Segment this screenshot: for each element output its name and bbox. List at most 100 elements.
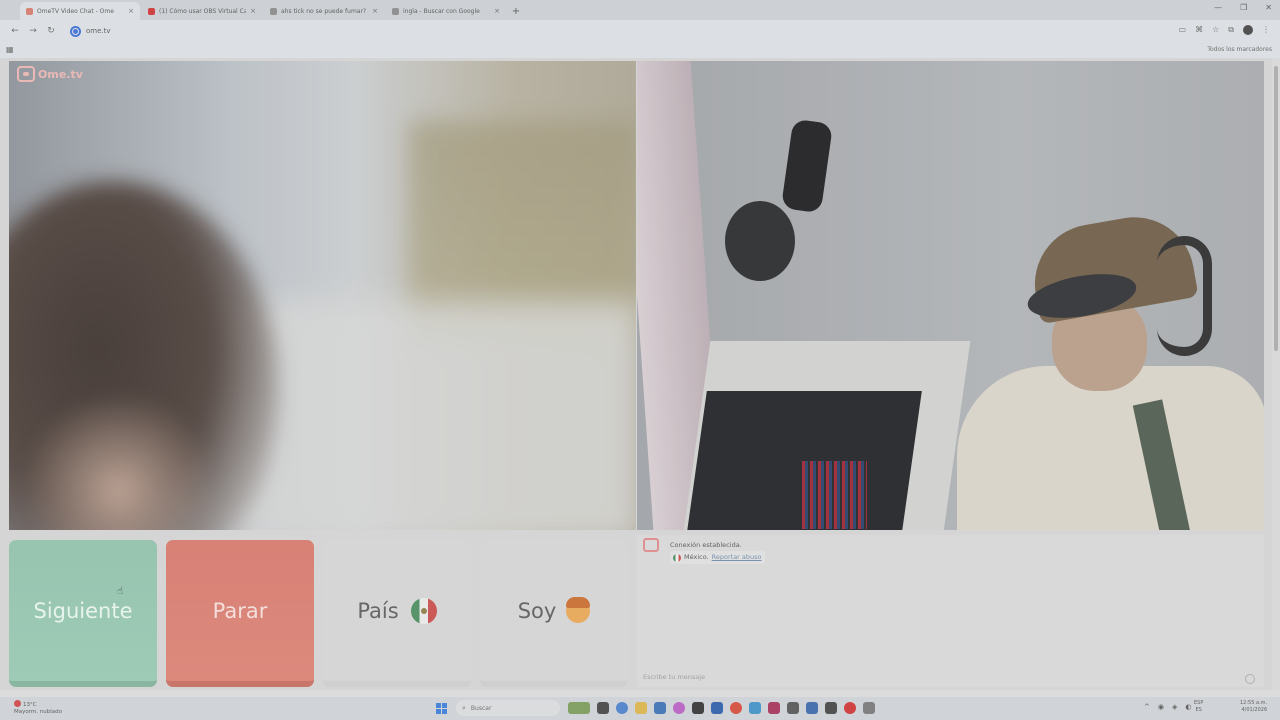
task-view-icon[interactable] bbox=[597, 702, 609, 714]
language-indicator[interactable]: ESP ES bbox=[1194, 700, 1203, 714]
app-icon[interactable] bbox=[787, 702, 799, 714]
chat-message: Conexión establecida. México. Reportar a… bbox=[670, 540, 765, 566]
close-tab-icon[interactable]: × bbox=[250, 7, 256, 15]
chat-input[interactable]: Escribe tu mensaje bbox=[643, 673, 705, 681]
tab-ometv[interactable]: OmeTV Video Chat - Ome × bbox=[20, 2, 140, 20]
new-tab-button[interactable]: + bbox=[508, 2, 524, 20]
country-name: México. bbox=[684, 553, 709, 561]
next-label: Siguiente bbox=[33, 598, 133, 623]
tab-search-2[interactable]: ingla - Buscar con Google × bbox=[386, 2, 506, 20]
cast-icon[interactable]: ▭ bbox=[1179, 25, 1187, 35]
chrome-icon[interactable] bbox=[730, 702, 742, 714]
close-tab-icon[interactable]: × bbox=[372, 7, 378, 15]
ometv-logo-icon bbox=[17, 66, 35, 82]
close-tab-icon[interactable]: × bbox=[128, 7, 134, 15]
menu-icon[interactable]: ⋮ bbox=[1262, 25, 1270, 35]
toolbar-icons: ▭ ⌘ ☆ ⧉ ⋮ bbox=[1179, 25, 1270, 35]
page-scrollbar[interactable] bbox=[1272, 58, 1280, 690]
gender-label: Soy bbox=[517, 598, 557, 623]
tab-strip: OmeTV Video Chat - Ome × (1) Cómo usar O… bbox=[0, 0, 1280, 20]
minimize-icon[interactable]: — bbox=[1214, 3, 1222, 12]
stop-label: Parar bbox=[212, 598, 268, 623]
all-bookmarks-link[interactable]: Todos los marcadores bbox=[1207, 46, 1272, 53]
logo-text: Ome.tv bbox=[38, 67, 83, 81]
tab-youtube[interactable]: (1) Cómo usar OBS Virtual Cam × bbox=[142, 2, 262, 20]
back-arrow-icon[interactable]: ← bbox=[6, 26, 24, 36]
site-info-icon[interactable] bbox=[70, 25, 81, 37]
close-window-icon[interactable]: ✕ bbox=[1265, 3, 1272, 12]
app-icon[interactable] bbox=[711, 702, 723, 714]
obs-icon[interactable] bbox=[692, 702, 704, 714]
scrollbar-thumb[interactable] bbox=[1274, 66, 1278, 351]
lang-line1: ESP bbox=[1194, 700, 1204, 706]
tab-search-1[interactable]: ahs tick no se puede fumar? × bbox=[264, 2, 384, 20]
mexico-flag-icon bbox=[410, 597, 437, 624]
ometv-favicon-icon bbox=[26, 7, 33, 15]
report-abuse-link[interactable]: Reportar abuso bbox=[712, 552, 762, 563]
connection-status: Conexión establecida. bbox=[670, 541, 742, 549]
google-favicon-icon bbox=[270, 7, 277, 15]
extensions-icon[interactable]: ⧉ bbox=[1228, 25, 1234, 35]
system-tray: ^ ◉ ◈ ◐ bbox=[1144, 703, 1191, 711]
restore-icon[interactable]: ❐ bbox=[1240, 3, 1247, 12]
browser-toolbar: ← → ↻ ome.tv ▭ ⌘ ☆ ⧉ ⋮ bbox=[0, 20, 1280, 42]
emoji-button-icon[interactable] bbox=[1245, 674, 1255, 684]
app-icon[interactable] bbox=[844, 702, 856, 714]
widget-app-icon[interactable] bbox=[568, 702, 590, 714]
app-icon[interactable] bbox=[749, 702, 761, 714]
reload-icon[interactable]: ↻ bbox=[42, 26, 60, 36]
lang-line2: ES bbox=[1195, 707, 1202, 713]
taskbar-search-text: Buscar bbox=[470, 704, 492, 712]
url-text: ome.tv bbox=[86, 27, 111, 35]
taskbar-apps bbox=[568, 702, 875, 714]
edge-icon[interactable] bbox=[616, 702, 628, 714]
self-camera-video bbox=[637, 61, 1264, 530]
address-bar[interactable]: ome.tv bbox=[66, 23, 1146, 39]
close-tab-icon[interactable]: × bbox=[494, 7, 500, 15]
translate-icon[interactable]: ⌘ bbox=[1195, 25, 1203, 35]
app-icon[interactable] bbox=[825, 702, 837, 714]
apps-grid-icon[interactable]: ▦ bbox=[6, 45, 14, 54]
tab-title: ahs tick no se puede fumar? bbox=[281, 7, 367, 15]
weather-temp: 13°C bbox=[23, 702, 37, 708]
mouse-cursor-icon: ☝ bbox=[117, 586, 124, 597]
clock-date: 4/01/2026 bbox=[1241, 707, 1268, 713]
clock-time: 12:55 a.m. bbox=[1240, 700, 1268, 706]
taskbar-search[interactable]: ⌕ Buscar bbox=[456, 700, 560, 716]
boy-emoji-icon bbox=[566, 596, 591, 623]
profile-avatar[interactable] bbox=[1243, 25, 1253, 35]
app-icon[interactable] bbox=[863, 702, 875, 714]
stop-button[interactable]: Parar bbox=[166, 540, 314, 687]
weather-icon bbox=[14, 700, 21, 707]
tab-title: (1) Cómo usar OBS Virtual Cam bbox=[159, 7, 247, 15]
app-icon[interactable] bbox=[768, 702, 780, 714]
tab-title: ingla - Buscar con Google bbox=[403, 7, 480, 15]
google-favicon-icon bbox=[392, 7, 399, 15]
network-icon[interactable]: ◈ bbox=[1172, 703, 1177, 711]
app-icon[interactable] bbox=[806, 702, 818, 714]
weather-desc: Mayorm. nublado bbox=[14, 709, 62, 715]
mexico-flag-small-icon bbox=[673, 553, 681, 562]
search-icon: ⌕ bbox=[462, 703, 466, 712]
bookmark-star-icon[interactable]: ☆ bbox=[1212, 25, 1219, 35]
file-explorer-icon[interactable] bbox=[635, 702, 647, 714]
start-button-icon[interactable] bbox=[436, 703, 447, 714]
volume-icon[interactable]: ◐ bbox=[1185, 703, 1191, 711]
country-label: País bbox=[357, 598, 399, 623]
tray-app-icon[interactable]: ◉ bbox=[1158, 703, 1164, 711]
stranger-video bbox=[9, 61, 636, 530]
tab-title: OmeTV Video Chat - Ome bbox=[37, 7, 114, 15]
chevron-up-icon[interactable]: ^ bbox=[1144, 703, 1150, 711]
app-icon[interactable] bbox=[673, 702, 685, 714]
bookmarks-bar: ▦ Todos los marcadores bbox=[0, 42, 1280, 58]
store-icon[interactable] bbox=[654, 702, 666, 714]
forward-arrow-icon[interactable]: → bbox=[24, 26, 42, 36]
next-button[interactable]: Siguiente bbox=[9, 540, 157, 687]
ometv-logo: Ome.tv bbox=[17, 66, 83, 82]
weather-widget[interactable]: 13°C Mayorm. nublado bbox=[14, 700, 62, 716]
country-card: México. Reportar abuso bbox=[670, 551, 765, 564]
clock[interactable]: 12:55 a.m. 4/01/2026 bbox=[1240, 700, 1267, 714]
country-button[interactable]: País bbox=[323, 540, 471, 687]
gender-button[interactable]: Soy bbox=[480, 540, 628, 687]
window-controls: — ❐ ✕ bbox=[1214, 3, 1272, 12]
